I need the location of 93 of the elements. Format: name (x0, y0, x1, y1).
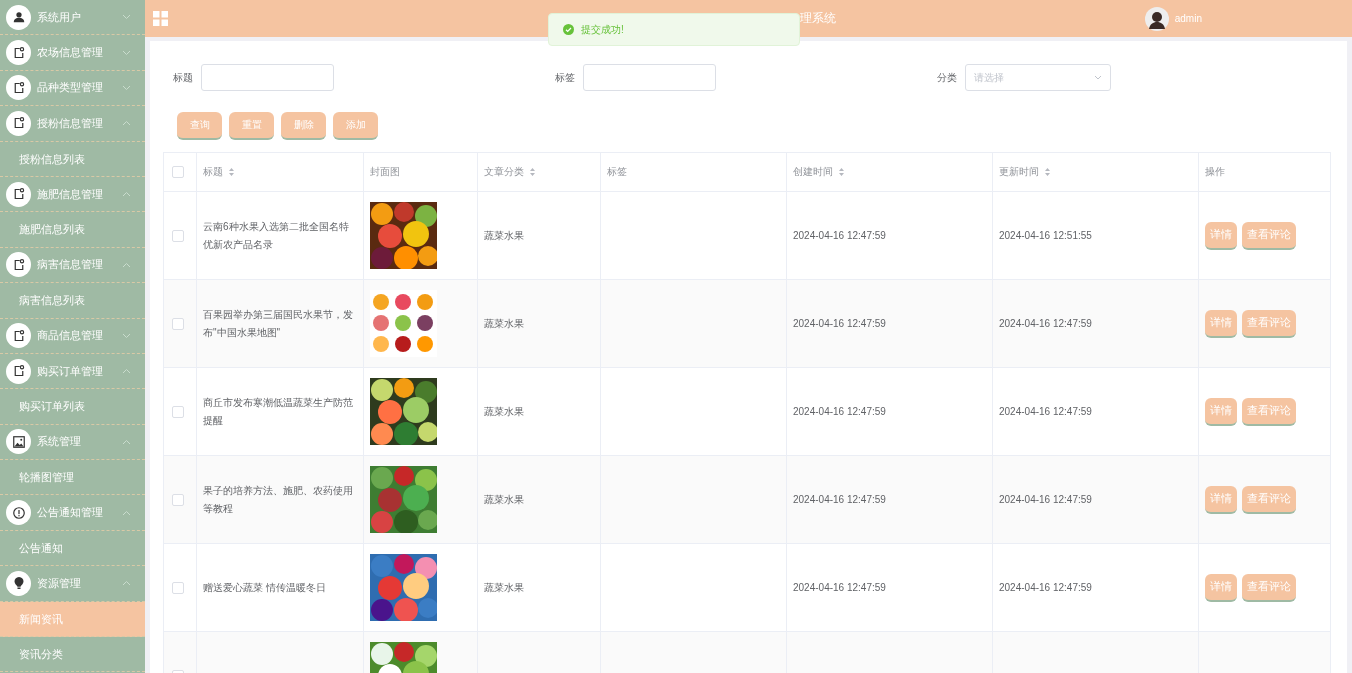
sort-icon[interactable] (529, 167, 536, 177)
table-cell: 蔬菜水果 (484, 229, 524, 241)
sidebar-item[interactable]: 施肥信息列表 (0, 212, 145, 248)
table-cell: 蔬菜水果 (484, 317, 524, 329)
table-cell: 2024-04-16 12:47:59 (999, 582, 1092, 593)
sidebar-item[interactable]: 新闻资讯 (0, 601, 145, 638)
checkbox[interactable] (172, 405, 184, 418)
field-label: 标签 (555, 70, 575, 85)
sort-icon[interactable] (228, 167, 235, 177)
sidebar-item[interactable]: 轮播图管理 (0, 460, 145, 496)
row-action-button[interactable]: 查看评论 (1242, 221, 1296, 250)
sidebar-group[interactable]: 系统管理 (0, 424, 145, 461)
avatar-icon[interactable] (1144, 6, 1169, 31)
table-cell: 2024-04-16 12:47:59 (793, 230, 886, 241)
row-action-button[interactable]: 详情 (1205, 397, 1237, 426)
table-cell-text: 赠送爱心蔬菜 情传温暖冬日 (203, 580, 327, 595)
sidebar-group[interactable]: 施肥信息管理 (0, 176, 145, 213)
table-cell: 2024-04-16 12:47:59 (793, 582, 886, 593)
checkbox[interactable] (172, 166, 184, 178)
sidebar-group-label: 系统管理 (37, 434, 82, 450)
checkbox[interactable] (172, 581, 184, 594)
column-header: 标题 (203, 165, 223, 179)
sidebar-group[interactable]: 购买订单管理 (0, 353, 145, 390)
sidebar-group[interactable]: 商品信息管理 (0, 318, 145, 354)
row-action-button[interactable]: 查看评论 (1242, 573, 1296, 602)
table-cell: 2024-04-16 12:51:55 (999, 230, 1092, 241)
sidebar-group[interactable]: 品种类型管理 (0, 70, 145, 107)
sidebar-group[interactable]: 病害信息管理 (0, 247, 145, 284)
sidebar-group-label: 公告通知管理 (37, 505, 104, 521)
checkbox[interactable] (172, 229, 184, 242)
action-button[interactable]: 删除 (281, 112, 326, 140)
sidebar-group-label: 授粉信息管理 (37, 115, 104, 131)
sidebar-group-label: 商品信息管理 (37, 328, 104, 344)
column-header: 创建时间 (793, 165, 833, 179)
column-header: 标签 (607, 165, 627, 179)
table-cell: 2024-04-16 12:47:59 (793, 318, 886, 329)
user-name[interactable]: admin (1174, 13, 1202, 24)
field-label: 分类 (937, 70, 957, 85)
sidebar-item[interactable]: 病害信息列表 (0, 283, 145, 319)
column-header: 操作 (1205, 165, 1225, 179)
action-button[interactable]: 查询 (177, 112, 222, 140)
table-cell: 2024-04-16 12:47:59 (793, 494, 886, 505)
sidebar-group-label: 农场信息管理 (37, 45, 104, 61)
sidebar-group-label: 购买订单管理 (37, 363, 104, 379)
table-cell: 2024-04-16 12:47:59 (999, 406, 1092, 417)
sidebar-item[interactable]: 公告通知 (0, 530, 145, 567)
table-cell-text: 百果园举办第三届国民水果节，发布"中国水果地图" (203, 307, 354, 340)
sidebar-group-label: 系统用户 (37, 9, 82, 25)
row-action-button[interactable]: 详情 (1205, 309, 1237, 338)
action-button[interactable]: 重置 (229, 112, 274, 140)
table-cell: 蔬菜水果 (484, 405, 524, 417)
input-field[interactable] (583, 64, 716, 91)
checkbox[interactable] (172, 317, 184, 330)
sidebar-item[interactable]: 购买订单列表 (0, 389, 145, 425)
sidebar-group-label: 病害信息管理 (37, 257, 104, 273)
check-circle-icon (563, 24, 574, 35)
sidebar-group[interactable]: 系统用户 (0, 0, 145, 36)
row-action-button[interactable]: 详情 (1205, 221, 1237, 250)
sidebar-group[interactable]: 授粉信息管理 (0, 106, 145, 142)
checkbox[interactable] (172, 493, 184, 506)
sidebar-item[interactable]: 授粉信息列表 (0, 141, 145, 177)
sidebar-group[interactable]: 公告通知管理 (0, 495, 145, 531)
input-field[interactable] (201, 64, 334, 91)
table-cell: 2024-04-16 12:47:59 (793, 406, 886, 417)
sidebar-group[interactable]: 资源管理 (0, 566, 145, 602)
sidebar-item[interactable]: 资讯分类 (0, 637, 145, 673)
table-cell: 蔬菜水果 (484, 581, 524, 593)
sidebar-group-label: 施肥信息管理 (37, 186, 104, 202)
column-header: 文章分类 (484, 165, 524, 179)
table-cell-text: 云南6种水果入选第二批全国名特优新农产品名录 (203, 219, 350, 252)
table-cell: 2024-04-16 12:47:59 (999, 494, 1092, 505)
table-cell-text: 果子的培养方法、施肥、农药使用等教程 (203, 483, 354, 516)
table-cell: 2024-04-16 12:47:59 (999, 318, 1092, 329)
row-action-button[interactable]: 详情 (1205, 485, 1237, 514)
row-action-button[interactable]: 查看评论 (1242, 397, 1296, 426)
sidebar-group[interactable]: 农场信息管理 (0, 35, 145, 71)
sidebar-group-label: 资源管理 (37, 575, 82, 591)
app-title: 理系统 (800, 10, 836, 27)
toast-message: 提交成功! (581, 22, 624, 37)
chevron-down-icon (1094, 75, 1102, 80)
row-action-button[interactable]: 详情 (1205, 573, 1237, 602)
row-action-button[interactable]: 查看评论 (1242, 485, 1296, 514)
row-action-button[interactable]: 查看评论 (1242, 309, 1296, 338)
sort-icon[interactable] (838, 167, 845, 177)
column-header: 更新时间 (999, 165, 1039, 179)
sidebar-group-label: 品种类型管理 (37, 80, 104, 96)
sort-icon[interactable] (1044, 167, 1051, 177)
field-label: 标题 (173, 70, 193, 85)
table-cell-text: 商丘市发布寒潮低温蔬菜生产防范提醒 (203, 395, 354, 428)
grid-icon[interactable] (153, 11, 168, 26)
column-header: 封面图 (370, 165, 400, 179)
table-cell: 蔬菜水果 (484, 493, 524, 505)
action-button[interactable]: 添加 (333, 112, 378, 140)
